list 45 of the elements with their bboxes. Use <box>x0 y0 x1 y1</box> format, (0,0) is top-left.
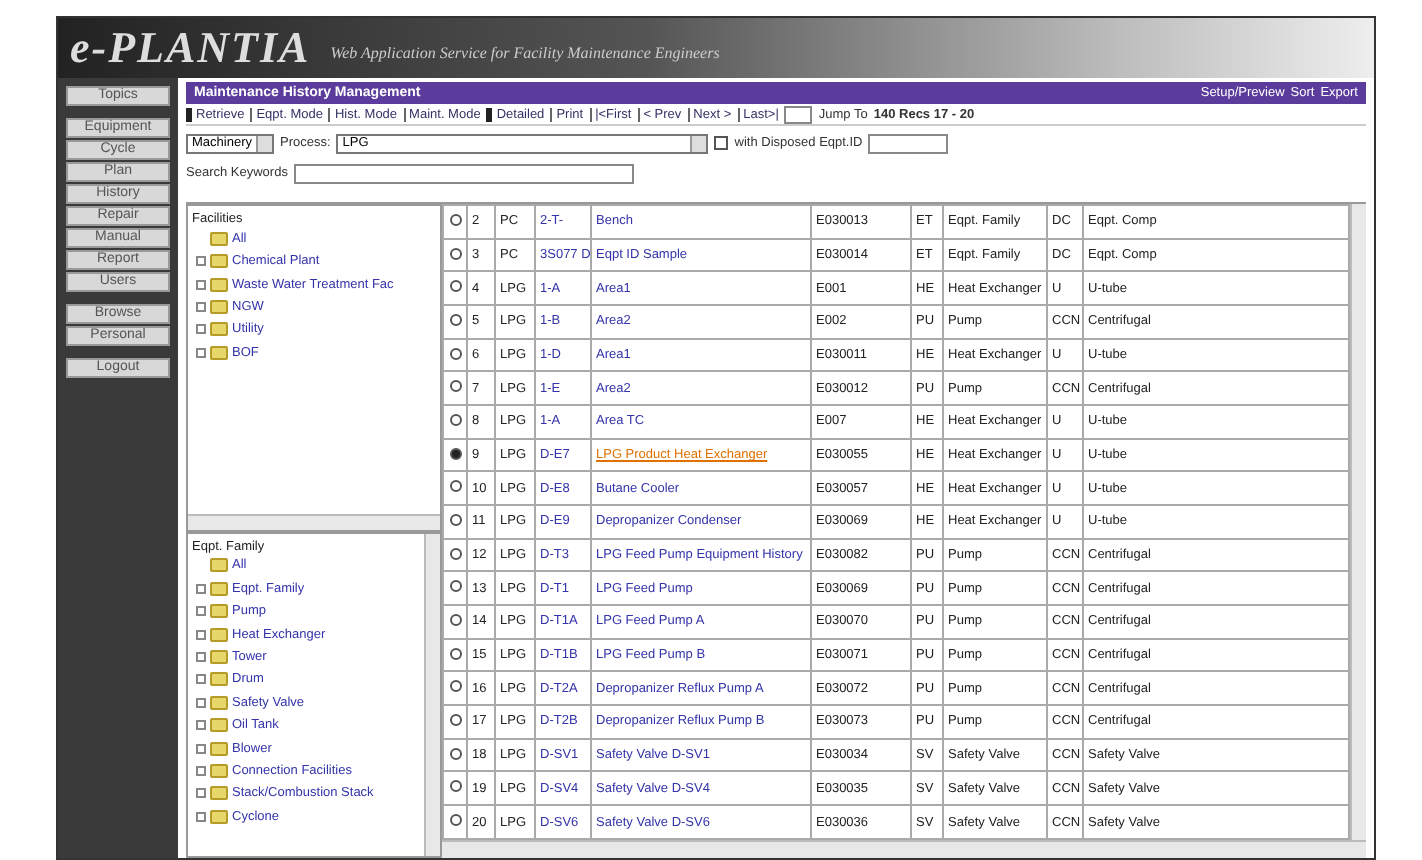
row-radio[interactable] <box>449 313 461 326</box>
expand-icon[interactable] <box>196 674 206 685</box>
row-radio[interactable] <box>449 613 461 626</box>
expand-icon[interactable] <box>196 583 206 594</box>
expand-icon[interactable] <box>196 256 206 267</box>
row-radio[interactable] <box>449 680 461 693</box>
expand-icon[interactable] <box>196 743 206 754</box>
expand-icon[interactable] <box>196 811 206 822</box>
subtitle: Web Application Service for Facility Maintenance Engineers <box>330 44 720 66</box>
expand-icon[interactable] <box>196 302 206 313</box>
row-radio[interactable] <box>449 547 461 560</box>
row-radio[interactable] <box>449 480 461 493</box>
expand-icon[interactable] <box>196 347 206 358</box>
row-radio[interactable] <box>449 280 461 293</box>
scrollbar[interactable] <box>442 840 1366 858</box>
row-radio[interactable] <box>449 413 461 426</box>
row-radio[interactable] <box>449 447 461 460</box>
scrollbar[interactable] <box>188 513 440 529</box>
expand-icon[interactable] <box>196 788 206 799</box>
row-radio[interactable] <box>449 347 461 360</box>
disposed-checkbox[interactable] <box>714 136 729 150</box>
expand-icon[interactable] <box>196 765 206 776</box>
scrollbar[interactable] <box>424 533 440 856</box>
expand-icon[interactable] <box>196 697 206 708</box>
logo: e-PLANTIA <box>70 26 311 70</box>
row-radio[interactable] <box>449 513 461 526</box>
expand-icon[interactable] <box>196 279 206 290</box>
row-radio[interactable] <box>449 580 461 593</box>
eqpt-id-field[interactable] <box>868 133 949 153</box>
expand-icon[interactable] <box>196 629 206 640</box>
row-radio[interactable] <box>449 647 461 660</box>
row-radio[interactable] <box>449 780 461 793</box>
scrollbar[interactable] <box>1350 204 1366 840</box>
search-field[interactable] <box>293 163 634 183</box>
expand-icon[interactable] <box>196 324 206 335</box>
row-radio[interactable] <box>449 747 461 760</box>
expand-icon[interactable] <box>196 720 206 731</box>
row-radio[interactable] <box>449 380 461 393</box>
row-radio[interactable] <box>449 247 461 259</box>
expand-icon[interactable] <box>196 651 206 662</box>
row-radio[interactable] <box>449 814 461 827</box>
page-input[interactable] <box>784 105 813 123</box>
expand-icon[interactable] <box>196 606 206 617</box>
row-radio[interactable] <box>449 713 461 726</box>
row-radio[interactable] <box>449 213 461 226</box>
